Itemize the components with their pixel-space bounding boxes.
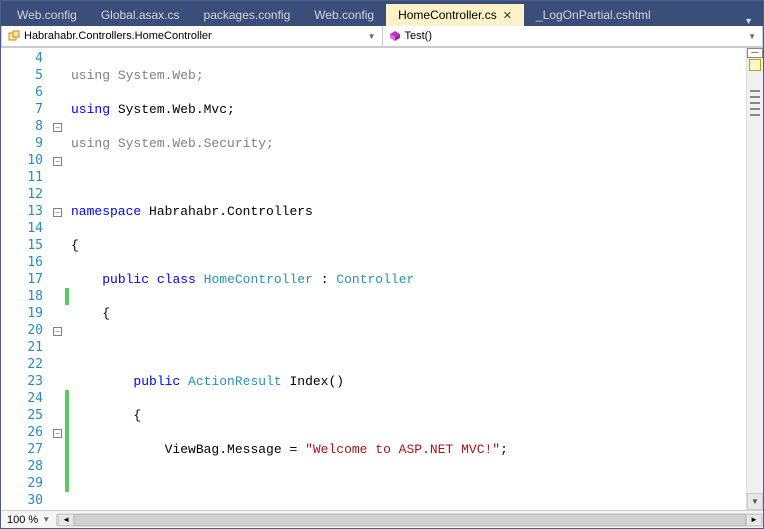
- tab-packages-config[interactable]: packages.config: [192, 4, 303, 26]
- class-navigator[interactable]: Habrahabr.Controllers.HomeController ▼: [1, 26, 383, 47]
- horizontal-scrollbar[interactable]: ◄ ►: [57, 513, 763, 527]
- editor-status-bar: 100 % ▼ ◄ ►: [1, 510, 763, 528]
- overview-margin-indicator: [749, 59, 761, 71]
- fold-toggle[interactable]: −: [53, 208, 62, 217]
- fold-gutter: − − − − −: [51, 48, 65, 510]
- fold-toggle[interactable]: −: [53, 123, 62, 132]
- member-navigator[interactable]: Test() ▼: [383, 26, 764, 47]
- scroll-thumb[interactable]: [74, 514, 746, 526]
- fold-toggle[interactable]: −: [53, 429, 62, 438]
- code-editor[interactable]: 4 5 6 7 8 9 10 11 12 13 14 15 16 17 18 1…: [1, 48, 763, 510]
- class-icon: [8, 30, 20, 42]
- tab-global-asax[interactable]: Global.asax.cs: [89, 4, 192, 26]
- overview-mark: [750, 96, 760, 98]
- overview-mark: [750, 108, 760, 110]
- code-text[interactable]: using System.Web; using System.Web.Mvc; …: [69, 48, 746, 510]
- scroll-down-button[interactable]: ▼: [747, 493, 763, 510]
- document-tabs: Web.config Global.asax.cs packages.confi…: [1, 1, 763, 26]
- tab-label: HomeController.cs: [398, 8, 497, 22]
- overview-mark: [750, 114, 760, 116]
- tab-overflow-menu[interactable]: ▼: [738, 16, 759, 26]
- class-name: Habrahabr.Controllers.HomeController: [24, 30, 212, 42]
- close-icon[interactable]: ✕: [503, 9, 512, 22]
- overview-mark: [750, 102, 760, 104]
- chevron-down-icon: ▼: [368, 32, 376, 41]
- tab-web-config-1[interactable]: Web.config: [5, 4, 89, 26]
- chevron-down-icon: ▼: [42, 515, 50, 524]
- chevron-down-icon: ▼: [748, 32, 756, 41]
- zoom-value: 100 %: [7, 514, 38, 526]
- code-navigation-bar: Habrahabr.Controllers.HomeController ▼ T…: [1, 26, 763, 48]
- tab-home-controller[interactable]: HomeController.cs ✕: [386, 4, 524, 26]
- split-handle[interactable]: —: [747, 48, 763, 58]
- scroll-right-button[interactable]: ►: [746, 514, 762, 526]
- scroll-left-button[interactable]: ◄: [58, 514, 74, 526]
- overview-mark: [750, 90, 760, 92]
- fold-toggle[interactable]: −: [53, 327, 62, 336]
- member-name: Test(): [405, 30, 433, 42]
- line-number-gutter: 4 5 6 7 8 9 10 11 12 13 14 15 16 17 18 1…: [1, 48, 51, 510]
- tab-web-config-2[interactable]: Web.config: [302, 4, 386, 26]
- fold-toggle[interactable]: −: [53, 157, 62, 166]
- zoom-level-dropdown[interactable]: 100 % ▼: [1, 514, 57, 526]
- vertical-scrollbar[interactable]: — ▼: [746, 48, 763, 510]
- method-icon: [389, 30, 401, 42]
- tab-logon-partial[interactable]: _LogOnPartial.cshtml: [524, 4, 663, 26]
